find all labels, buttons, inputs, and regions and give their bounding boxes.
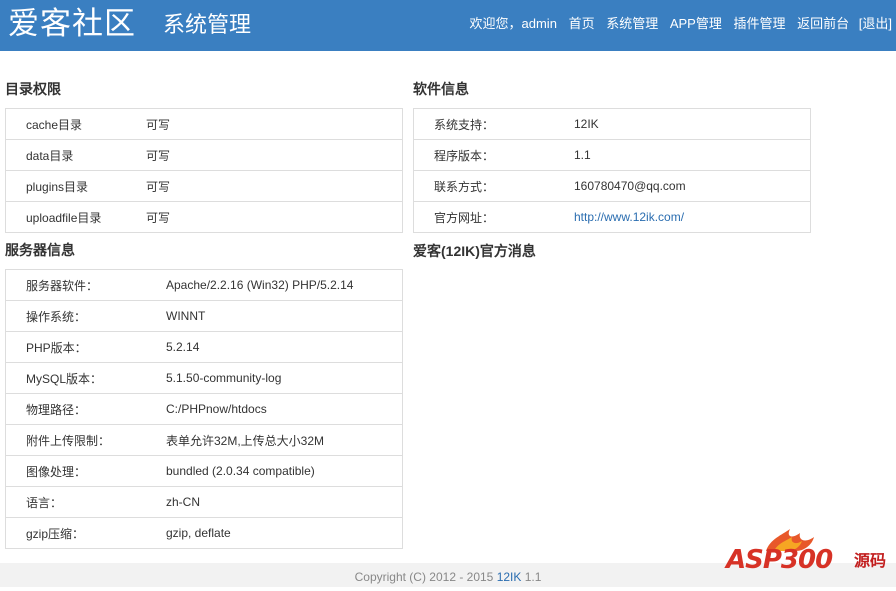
table-row: 服务器软件： Apache/2.2.16 (Win32) PHP/5.2.14	[5, 269, 403, 301]
row-value: 可写	[146, 139, 403, 171]
official-site-link[interactable]: http://www.12ik.com/	[574, 210, 684, 224]
table-row: uploadfile目录 可写	[5, 201, 403, 233]
row-key: plugins目录	[5, 170, 146, 202]
page-subtitle: 系统管理	[163, 13, 252, 38]
row-value: 160780470@qq.com	[574, 170, 811, 202]
table-row: 图像处理： bundled (2.0.34 compatible)	[5, 455, 403, 487]
row-value: WINNT	[166, 300, 403, 332]
nav-home-link[interactable]: 首页	[569, 15, 595, 33]
software-info-title: 软件信息	[413, 81, 469, 97]
row-key: MySQL版本：	[5, 362, 166, 394]
welcome-text: 欢迎您，admin	[469, 16, 557, 31]
server-info-table: 服务器软件： Apache/2.2.16 (Win32) PHP/5.2.14 操…	[5, 269, 403, 549]
table-row: 系统支持： 12IK	[413, 108, 811, 140]
row-value: 可写	[146, 108, 403, 140]
table-row: PHP版本： 5.2.14	[5, 331, 403, 363]
server-info-title: 服务器信息	[5, 242, 75, 258]
table-row: cache目录 可写	[5, 108, 403, 140]
dir-perms-title: 目录权限	[5, 81, 61, 97]
row-key: 物理路径：	[5, 393, 166, 425]
nav-plugins-link[interactable]: 插件管理	[733, 15, 785, 33]
row-value: Apache/2.2.16 (Win32) PHP/5.2.14	[166, 269, 403, 301]
version-text: 1.1	[521, 570, 542, 584]
row-key: 操作系统：	[5, 300, 166, 332]
asp300-watermark: ASP300 源码	[726, 527, 896, 587]
table-row: 附件上传限制： 表单允许32M,上传总大小32M	[5, 424, 403, 456]
dir-perms-table: cache目录 可写 data目录 可写 plugins目录 可写 uploadfil…	[5, 108, 403, 233]
row-value-cell: http://www.12ik.com/	[574, 201, 811, 233]
nav-logout-link[interactable]: [退出]	[859, 15, 892, 33]
footer-12ik-link[interactable]: 12IK	[497, 570, 522, 584]
row-value: 1.1	[574, 139, 811, 171]
table-row: MySQL版本： 5.1.50-community-log	[5, 362, 403, 394]
watermark-cn: 源码	[854, 553, 887, 570]
row-key: 图像处理：	[5, 455, 166, 487]
row-value: 12IK	[574, 108, 811, 140]
official-news-title: 爱客(12IK)官方消息	[413, 243, 536, 259]
table-row: 物理路径： C:/PHPnow/htdocs	[5, 393, 403, 425]
table-row: 程序版本： 1.1	[413, 139, 811, 171]
row-key: 语言：	[5, 486, 166, 518]
row-key: 系统支持：	[413, 108, 574, 140]
row-key: PHP版本：	[5, 331, 166, 363]
row-value: 5.1.50-community-log	[166, 362, 403, 394]
row-key: 官方网址：	[413, 201, 574, 233]
row-value: C:/PHPnow/htdocs	[166, 393, 403, 425]
row-value: 可写	[146, 201, 403, 233]
top-header-bar: 爱客社区 系统管理 欢迎您，admin 首页 系统管理 APP管理 插件管理 返…	[0, 0, 896, 51]
row-value: bundled (2.0.34 compatible)	[166, 455, 403, 487]
watermark-text: ASP300	[726, 545, 833, 575]
table-row: 语言： zh-CN	[5, 486, 403, 518]
row-key: data目录	[5, 139, 146, 171]
row-key: 联系方式：	[413, 170, 574, 202]
row-value: zh-CN	[166, 486, 403, 518]
nav-system-link[interactable]: 系统管理	[606, 15, 658, 33]
row-key: cache目录	[5, 108, 146, 140]
row-value: 可写	[146, 170, 403, 202]
table-row: data目录 可写	[5, 139, 403, 171]
table-row: gzip压缩： gzip, deflate	[5, 517, 403, 549]
software-info-table: 系统支持： 12IK 程序版本： 1.1 联系方式： 160780470@qq.com…	[413, 108, 811, 233]
row-value: gzip, deflate	[166, 517, 403, 549]
row-key: gzip压缩：	[5, 517, 166, 549]
table-row: 官方网址： http://www.12ik.com/	[413, 201, 811, 233]
nav-frontend-link[interactable]: 返回前台	[797, 15, 849, 33]
top-nav: 欢迎您，admin 首页 系统管理 APP管理 插件管理 返回前台 [退出]	[470, 15, 892, 33]
row-key: 附件上传限制：	[5, 424, 166, 456]
row-key: uploadfile目录	[5, 201, 146, 233]
row-value: 5.2.14	[166, 331, 403, 363]
row-value: 表单允许32M,上传总大小32M	[166, 424, 403, 456]
row-key: 程序版本：	[413, 139, 574, 171]
row-key: 服务器软件：	[5, 269, 166, 301]
table-row: 操作系统： WINNT	[5, 300, 403, 332]
site-brand[interactable]: 爱客社区	[8, 4, 136, 44]
table-row: 联系方式： 160780470@qq.com	[413, 170, 811, 202]
copyright-text: Copyright (C) 2012 - 2015	[354, 570, 497, 584]
table-row: plugins目录 可写	[5, 170, 403, 202]
nav-app-link[interactable]: APP管理	[670, 15, 722, 33]
